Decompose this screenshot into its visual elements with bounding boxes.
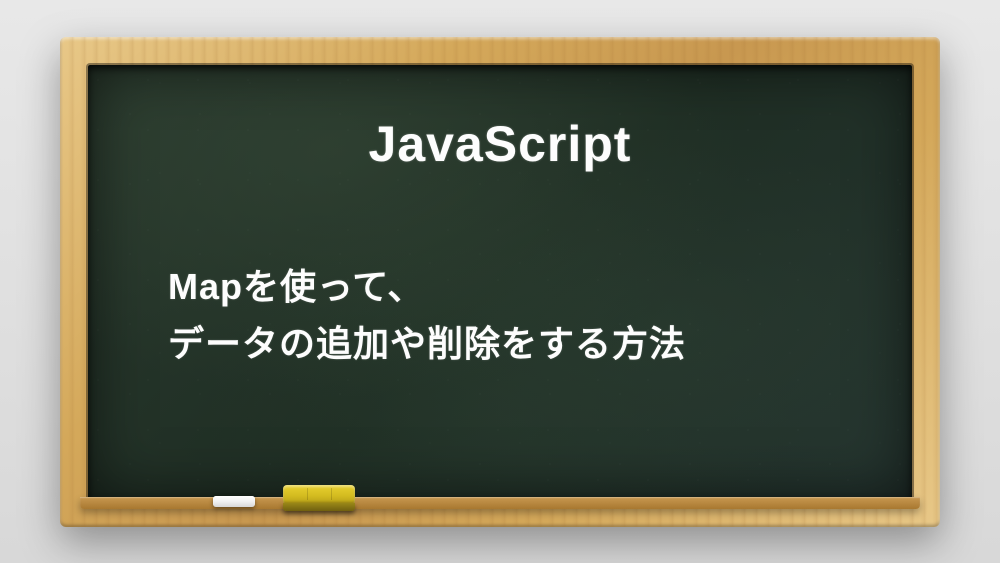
subtitle-line-2: データの追加や削除をする方法: [168, 315, 862, 373]
subtitle-line-1: Mapを使って、: [168, 258, 862, 316]
blackboard-frame: JavaScript Mapを使って、 データの追加や削除をする方法: [60, 37, 940, 527]
chalk-icon: [213, 496, 255, 507]
board-title: JavaScript: [138, 115, 862, 173]
blackboard: JavaScript Mapを使って、 データの追加や削除をする方法: [88, 65, 912, 499]
eraser-icon: [283, 485, 355, 511]
chalk-tray: [80, 497, 920, 509]
board-subtitle: Mapを使って、 データの追加や削除をする方法: [168, 258, 862, 373]
